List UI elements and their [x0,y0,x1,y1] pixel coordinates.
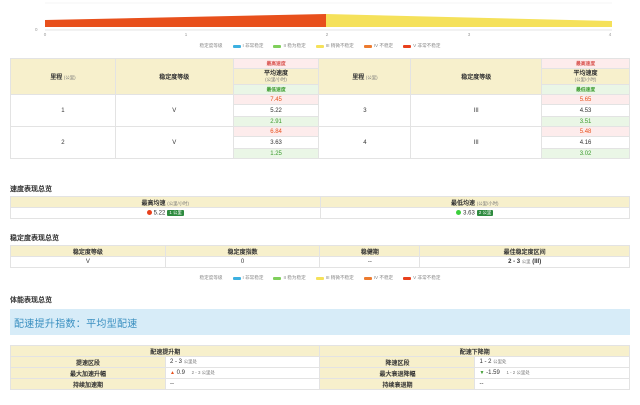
stability-band-right [326,14,612,27]
pace-down-header: 配速下降期 [319,345,630,357]
min-km-badge: 2 公里 [476,209,494,216]
legend2-item-1[interactable]: I 非常稳定 [232,275,263,281]
stability-overview-table: 稳定度等级 稳定度指数 稳健期 最佳稳定度区间 V 0 -- 2 - 3 公里 … [10,245,630,268]
row-max-4: 5.48 [541,126,630,137]
stab-level-header: 稳定度等级 [10,245,166,257]
row-km-4: 4 [318,126,412,159]
legend2-item-5[interactable]: V 非常不稳定 [403,275,440,281]
stab-index-value: 0 [164,256,321,268]
legend-item-2[interactable]: II 稳为稳定 [273,43,306,49]
min-avg-speed-cell: 3.63 2 公里 [319,207,630,219]
red-dot-icon [146,210,152,216]
x-tick-0: 0 [44,32,47,37]
stability-header-2: 稳定度等级 [410,58,543,95]
mileage-header-2: 里程 (公里) [318,58,412,95]
max-avg-speed-cell: 5.22 1 公里 [10,207,321,219]
stab-best-value: 2 - 3 公里 (III) [419,256,630,268]
stability-band-left [45,14,326,27]
down-value-1: ▼ -1.59 1 - 2 公里处 [474,367,630,379]
legend-label-2: 稳定度等级 [199,275,223,280]
stab-index-header: 稳定度指数 [164,245,321,257]
pace-up-header: 配速提升期 [9,345,321,357]
mileage-header: 里程 (公里) [10,58,116,95]
green-dot-icon [456,210,462,216]
row-km-1: 1 [10,94,116,127]
row-level-2: V [114,126,234,159]
row-min-1: 2.91 [232,116,320,127]
x-tick-3: 3 [468,32,471,37]
legend2-item-3[interactable]: III 稍微不稳定 [315,275,354,281]
min-speed-header-2: 最低速度 [541,84,630,95]
up-value-1: ▲ 0.9 2 - 3 公里处 [164,367,321,379]
avg-speed-header-2: 平均速度 (公里/小时) [541,68,630,85]
x-tick-2: 2 [326,32,329,37]
stab-robust-header: 稳健期 [319,245,421,257]
down-value-2: -- [474,378,630,390]
down-label-2: 持续衰退期 [319,378,476,390]
row-avg-2: 3.63 [232,136,320,149]
row-avg-4: 4.16 [541,136,630,149]
legend2-item-4[interactable]: IV 不稳定 [363,275,393,281]
max-avg-speed-header: 最高均速 (公里/小时) [10,196,321,208]
pace-index-banner: 配速提升指数：平均型配速 [10,309,630,335]
legend-item-3[interactable]: III 稍微不稳定 [315,43,354,49]
legend-item-4[interactable]: IV 不稳定 [363,43,393,49]
max-km-badge: 1 公里 [167,209,184,216]
up-value-0: 2 - 3 公里处 [164,356,321,368]
up-label-1: 最大加速升幅 [10,367,166,379]
down-label-0: 降速区段 [319,356,476,368]
performance-table: 配速提升期 配速下降期 提速区段 2 - 3 公里处 降速区段 1 - 2 公里… [9,345,630,390]
stability-header: 稳定度等级 [114,58,234,95]
triangle-up-icon: ▲ [170,370,175,376]
row-km-3: 3 [318,94,412,127]
row-max-2: 6.84 [232,126,320,137]
up-label-2: 持续加速期 [10,378,166,390]
min-avg-speed-header: 最低均速 (公里/小时) [319,196,630,208]
triangle-down-icon: ▼ [479,370,485,376]
legend-item-1[interactable]: I 非常稳定 [232,43,263,49]
row-min-2: 1.25 [232,148,320,159]
row-min-3: 3.51 [541,116,630,127]
x-tick-4: 4 [609,32,612,37]
x-tick-1: 1 [185,32,188,37]
stab-robust-value: -- [319,256,421,268]
row-km-2: 2 [10,126,116,159]
row-max-1: 7.45 [232,94,320,105]
row-avg-1: 5.22 [232,104,320,117]
down-value-0: 1 - 2 公里处 [474,356,630,368]
stability-legend-bottom: 稳定度等级 I 非常稳定 II 稳为稳定 III 稍微不稳定 IV 不稳定 V … [0,274,640,282]
legend-item-5[interactable]: V 非常不稳定 [403,43,440,49]
row-min-4: 3.02 [541,148,630,159]
stab-level-value: V [10,256,166,268]
stability-legend-top: 稳定度等级 I 非常稳定 II 稳为稳定 III 稍微不稳定 IV 不稳定 V … [0,42,640,50]
mileage-table: 里程 (公里) 稳定度等级 最高速度 里程 (公里) 稳定度等级 最高速度 平均… [10,58,630,159]
min-speed-header: 最低速度 [232,84,320,95]
row-level-4: III [410,126,543,159]
stab-best-header: 最佳稳定度区间 [419,245,630,257]
performance-overview-title: 体能表现总览 [10,297,52,304]
avg-speed-header: 平均速度 (公里/小时) [232,68,320,85]
row-max-3: 5.65 [541,94,630,105]
speed-overview-title: 速度表现总览 [10,186,52,193]
speed-overview-table: 最高均速 (公里/小时) 最低均速 (公里/小时) 5.22 1 公里 3.63 2… [10,196,630,219]
legend-label: 稳定度等级 [199,43,223,48]
up-label-0: 提速区段 [10,356,166,368]
max-speed-header: 最高速度 [232,58,320,69]
legend2-item-2[interactable]: II 稳为稳定 [273,275,306,281]
up-value-2: -- [164,378,321,390]
y-tick-0: 0 [35,27,38,32]
row-level-3: III [410,94,543,127]
max-speed-header-2: 最高速度 [541,58,630,69]
row-avg-3: 4.53 [541,104,630,117]
row-level-1: V [114,94,234,127]
down-label-1: 最大衰退降幅 [319,367,476,379]
stability-overview-title: 稳定度表现总览 [10,235,59,242]
